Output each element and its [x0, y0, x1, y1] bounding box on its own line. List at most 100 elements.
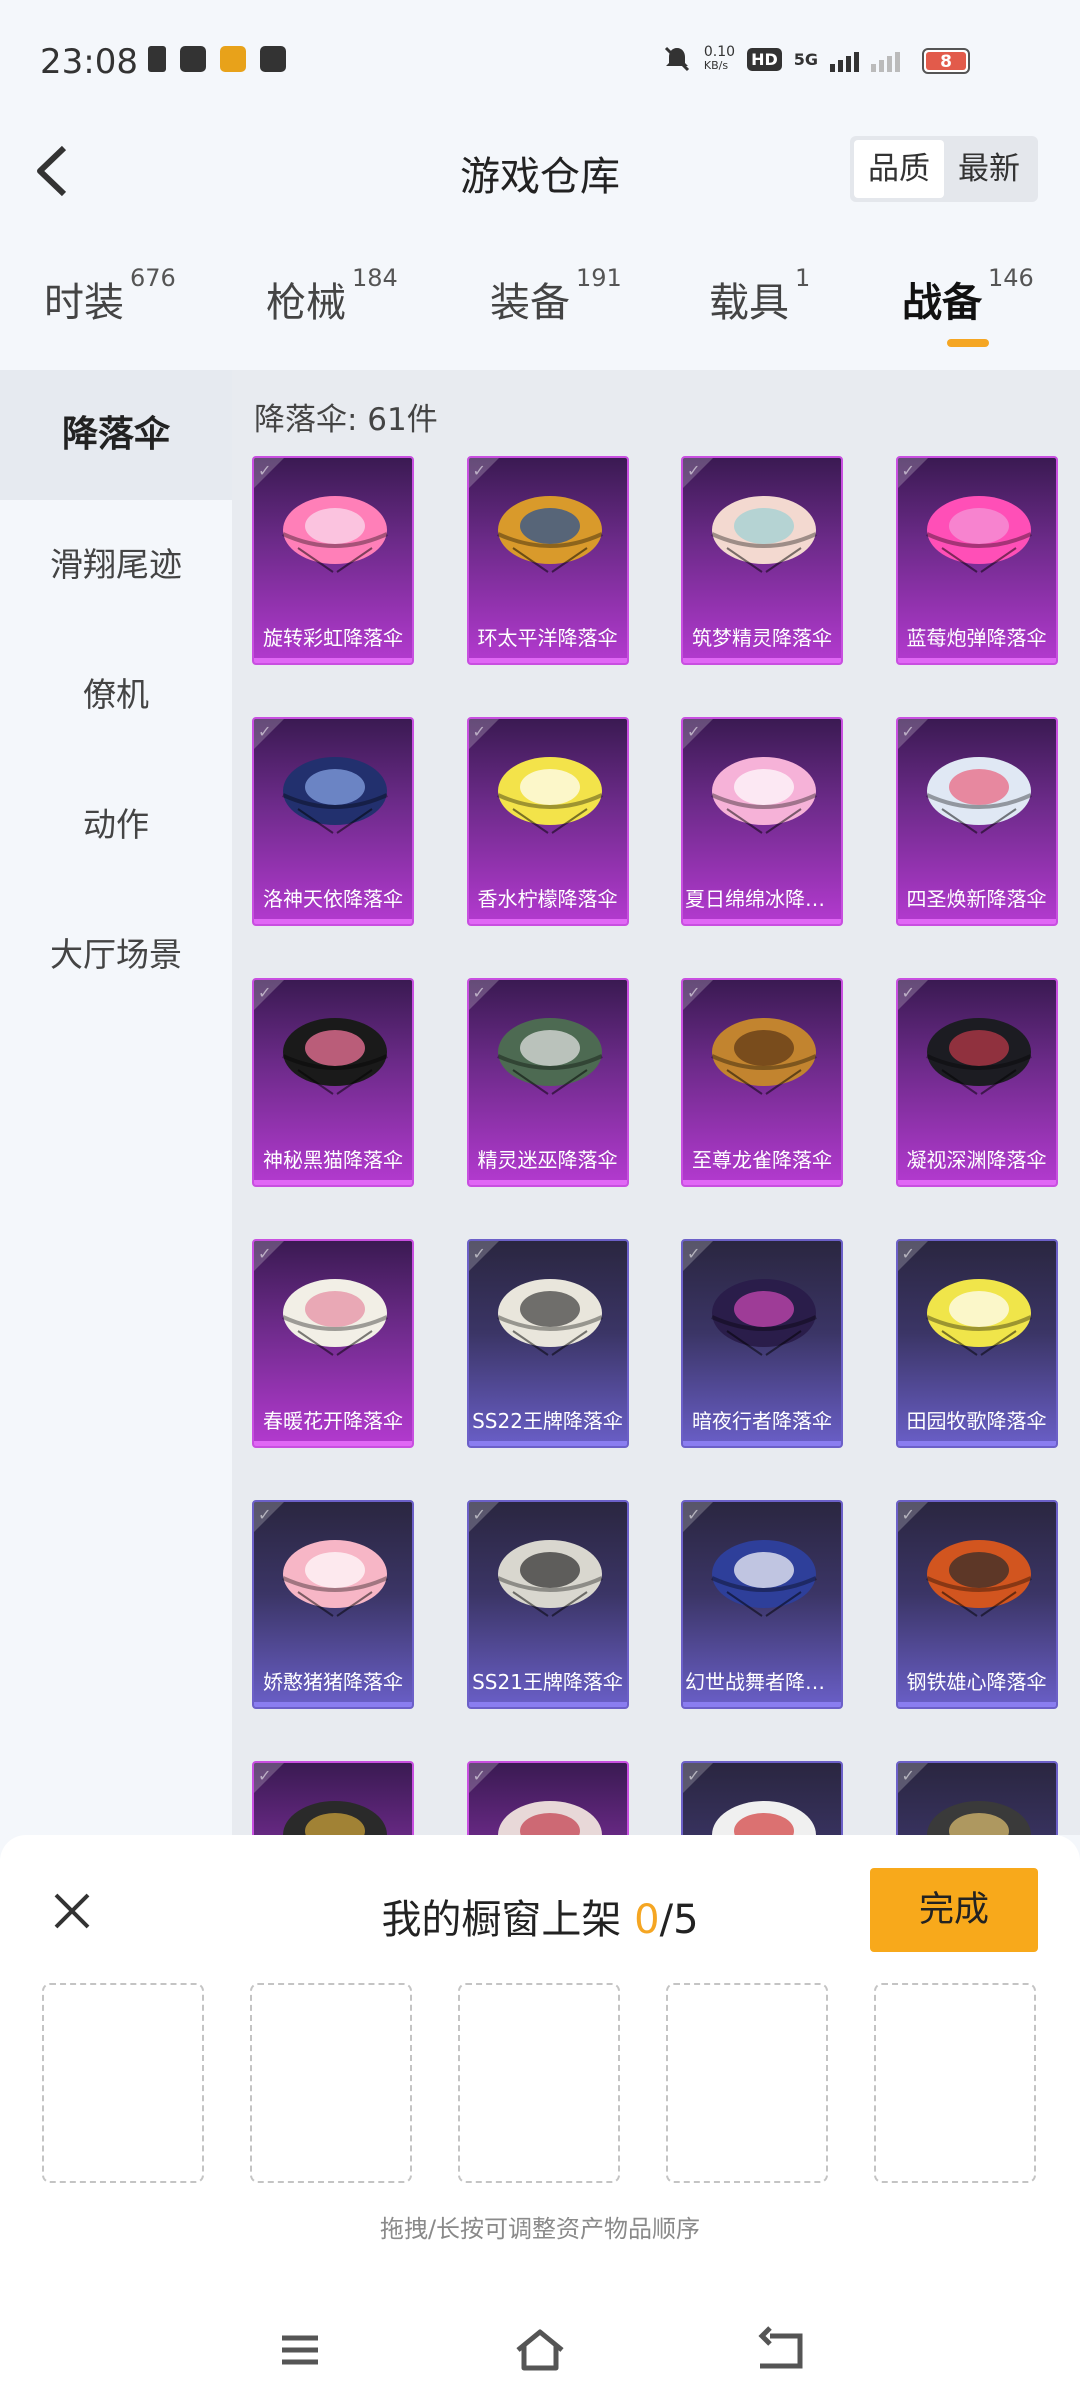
- parachute-name: 精灵迷巫降落伞: [477, 1148, 618, 1172]
- tab-label: 战备: [902, 280, 982, 326]
- parachute-card[interactable]: ✓ 娇憨猪猪降落伞: [252, 1500, 414, 1709]
- sidebar-item-wingman[interactable]: 僚机: [0, 630, 232, 760]
- parachute-icon: [926, 1801, 1031, 1835]
- rarity-bar: [468, 1441, 627, 1446]
- tab-fashion[interactable]: 时装676: [44, 264, 176, 328]
- tab-count: 146: [988, 264, 1034, 292]
- parachute-icon: [282, 757, 388, 834]
- parachute-card[interactable]: ✓ 幻世战舞者降落伞: [681, 1500, 843, 1709]
- parachute-icon: [925, 1018, 1032, 1095]
- parachute-icon: [282, 1018, 388, 1095]
- parachute-card[interactable]: ✓ 蓝莓炮弹降落伞: [895, 456, 1058, 665]
- rarity-bar: [254, 1702, 412, 1707]
- showcase-current-count: 0: [634, 1897, 660, 1943]
- parachute-card[interactable]: ✓ SS22王牌降落伞: [466, 1239, 629, 1448]
- sort-newest-button[interactable]: 最新: [944, 140, 1034, 198]
- parachute-card[interactable]: ✓ 凝视深渊降落伞: [895, 978, 1058, 1187]
- check-icon: ✓: [258, 722, 272, 741]
- tab-weapons[interactable]: 枪械184: [266, 264, 398, 328]
- notification-icons: [148, 46, 286, 72]
- showcase-slot[interactable]: [874, 1983, 1036, 2183]
- showcase-max-count: 5: [673, 1897, 699, 1943]
- parachute-icon: [925, 1540, 1032, 1617]
- network-label: 5G: [793, 49, 818, 69]
- sidebar-item-lobby-scene[interactable]: 大厅场景: [0, 890, 232, 1020]
- parachute-card[interactable]: ✓: [681, 1761, 843, 1835]
- parachute-card[interactable]: ✓ SS21王牌降落伞: [466, 1500, 629, 1709]
- parachute-card[interactable]: ✓ 精灵迷巫降落伞: [466, 978, 629, 1187]
- parachute-card[interactable]: ✓ 筑梦精灵降落伞: [681, 456, 843, 665]
- check-icon: ✓: [687, 461, 701, 480]
- rarity-bar: [254, 1441, 412, 1446]
- rarity-bar: [683, 1180, 841, 1185]
- tab-equipment[interactable]: 装备191: [490, 264, 622, 328]
- check-icon: ✓: [901, 1766, 915, 1785]
- showcase-slot[interactable]: [42, 1983, 204, 2183]
- parachute-card[interactable]: ✓ 春暖花开降落伞: [252, 1239, 414, 1448]
- parachute-name: 至尊龙雀降落伞: [692, 1148, 832, 1172]
- parachute-name: 夏日绵绵冰降落伞: [685, 887, 841, 911]
- sidebar-item-glide-trail[interactable]: 滑翔尾迹: [0, 500, 232, 630]
- parachute-icon: [711, 496, 817, 573]
- parachute-icon: [496, 1540, 603, 1617]
- parachute-card[interactable]: ✓ 神秘黑猫降落伞: [252, 978, 414, 1187]
- parachute-name: 香水柠檬降落伞: [477, 887, 618, 911]
- showcase-slot[interactable]: [458, 1983, 620, 2183]
- parachute-icon: [925, 757, 1032, 834]
- tab-vehicles[interactable]: 载具1: [709, 264, 810, 328]
- tab-count: 184: [352, 264, 398, 292]
- return-icon[interactable]: [750, 2320, 810, 2380]
- showcase-slot[interactable]: [250, 1983, 412, 2183]
- parachute-card[interactable]: ✓ 洛神天依降落伞: [252, 717, 414, 926]
- check-icon: ✓: [687, 1766, 701, 1785]
- tab-battle-prep[interactable]: 战备146: [902, 264, 1034, 328]
- tab-label: 枪械: [266, 280, 346, 326]
- sidebar-item-emote[interactable]: 动作: [0, 760, 232, 890]
- rarity-bar: [683, 658, 841, 663]
- parachute-name: 筑梦精灵降落伞: [692, 626, 832, 650]
- item-content: 降落伞: 61件 ✓ 旋转彩虹降落伞 ✓ 环太平洋降落伞 ✓ 筑梦精灵降落伞 ✓ 蓝莓炮弹降落…: [232, 370, 1080, 1835]
- game-notification-icon: [220, 46, 246, 72]
- parachute-card[interactable]: ✓ 至尊龙雀降落伞: [681, 978, 843, 1187]
- rarity-bar: [897, 1702, 1056, 1707]
- parachute-card[interactable]: ✓ 环太平洋降落伞: [466, 456, 629, 665]
- tab-count: 676: [130, 264, 176, 292]
- parachute-card[interactable]: ✓ 钢铁雄心降落伞: [895, 1500, 1058, 1709]
- parachute-card[interactable]: ✓ 暗夜行者降落伞: [681, 1239, 843, 1448]
- app-notification-icon: [180, 46, 206, 72]
- parachute-card[interactable]: ✓: [895, 1761, 1058, 1835]
- parachute-icon: [712, 1801, 816, 1835]
- parachute-card[interactable]: ✓ 田园牧歌降落伞: [895, 1239, 1058, 1448]
- item-grid: ✓ 旋转彩虹降落伞 ✓ 环太平洋降落伞 ✓ 筑梦精灵降落伞 ✓ 蓝莓炮弹降落伞 ✓ 洛神天依降落伞…: [252, 456, 1080, 1835]
- parachute-name: 春暖花开降落伞: [263, 1409, 403, 1433]
- sidebar-item-parachute[interactable]: 降落伞: [0, 370, 232, 500]
- menu-icon[interactable]: [270, 2320, 330, 2380]
- parachute-name: 旋转彩虹降落伞: [263, 626, 403, 650]
- signal-icon: [830, 46, 859, 72]
- check-icon: ✓: [472, 1505, 486, 1524]
- active-tab-indicator: [947, 339, 989, 347]
- parachute-card[interactable]: ✓: [466, 1761, 629, 1835]
- check-icon: ✓: [901, 1505, 915, 1524]
- done-button[interactable]: 完成: [870, 1868, 1038, 1952]
- parachute-icon: [711, 1540, 817, 1617]
- check-icon: ✓: [901, 461, 915, 480]
- parachute-card[interactable]: ✓ 四圣焕新降落伞: [895, 717, 1058, 926]
- parachute-name: 环太平洋降落伞: [477, 626, 618, 650]
- parachute-card[interactable]: ✓ 香水柠檬降落伞: [466, 717, 629, 926]
- home-icon[interactable]: [510, 2320, 570, 2380]
- parachute-card[interactable]: ✓ 夏日绵绵冰降落伞: [681, 717, 843, 926]
- parachute-name: 钢铁雄心降落伞: [906, 1670, 1047, 1694]
- sort-quality-button[interactable]: 品质: [854, 140, 944, 198]
- showcase-slots: [42, 1983, 1036, 2183]
- net-speed-unit: KB/s: [703, 59, 729, 72]
- tab-count: 191: [576, 264, 622, 292]
- check-icon: ✓: [258, 461, 272, 480]
- parachute-card[interactable]: ✓: [252, 1761, 414, 1835]
- check-icon: ✓: [687, 722, 701, 741]
- showcase-slot[interactable]: [666, 1983, 828, 2183]
- tab-label: 时装: [44, 280, 124, 326]
- parachute-card[interactable]: ✓ 旋转彩虹降落伞: [252, 456, 414, 665]
- parachute-name: 神秘黑猫降落伞: [263, 1148, 403, 1172]
- rarity-bar: [468, 1702, 627, 1707]
